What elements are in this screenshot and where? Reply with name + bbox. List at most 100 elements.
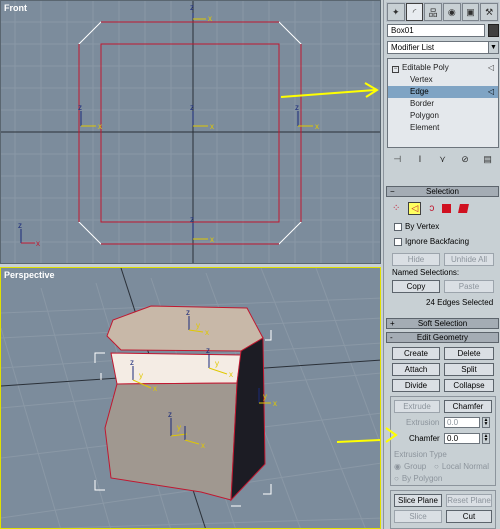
- extrude-button[interactable]: Extrude: [394, 400, 440, 413]
- extrusion-spinner[interactable]: ▲ ▼: [482, 417, 490, 428]
- annotation-arrow-chamfer: [336, 439, 380, 443]
- create-tab[interactable]: ✦: [387, 3, 405, 21]
- copy-button[interactable]: Copy: [392, 280, 440, 293]
- stack-item-label: Vertex: [410, 75, 433, 84]
- persp-gizmo-y-top: y: [196, 321, 200, 330]
- motion-tab[interactable]: ◉: [443, 3, 461, 21]
- ignore-backfacing-checkbox[interactable]: Ignore Backfacing: [394, 237, 469, 246]
- stack-toolbar: ⊣ Ⅰ ⋎ ⊘ ▤: [386, 152, 499, 166]
- chamfered-box[interactable]: [94, 305, 272, 507]
- stack-item-element[interactable]: Element: [388, 122, 498, 134]
- hide-button[interactable]: Hide: [392, 253, 440, 266]
- create-button[interactable]: Create: [392, 347, 440, 360]
- front-viewport[interactable]: Front z x z x z x z x z x z x: [0, 0, 381, 264]
- gizmo-z-bottom: z: [190, 215, 194, 224]
- by-vertex-checkbox[interactable]: By Vertex: [394, 222, 439, 231]
- group-radio[interactable]: ◉ Group: [394, 462, 426, 471]
- stack-root-label: Editable Poly: [402, 63, 449, 72]
- stack-item-polygon[interactable]: Polygon: [388, 110, 498, 122]
- perspective-viewport-label[interactable]: Perspective: [4, 270, 55, 280]
- stack-item-border[interactable]: Border: [388, 98, 498, 110]
- element-mode-icon[interactable]: [458, 204, 470, 213]
- extrusion-label: Extrusion: [406, 418, 440, 427]
- persp-gizmo-y-mid: y: [215, 359, 219, 368]
- hierarchy-tab[interactable]: 品: [424, 3, 443, 21]
- create-icon: ✦: [392, 6, 400, 17]
- polygon-mode-icon[interactable]: [442, 204, 452, 213]
- modifier-stack[interactable]: − Editable Poly ◁ Vertex Edge ◁ Border Pol…: [387, 58, 499, 148]
- stack-item-label: Polygon: [410, 111, 439, 120]
- modify-tab[interactable]: ◜: [405, 3, 424, 21]
- stack-item-vertex[interactable]: Vertex: [388, 74, 498, 86]
- paste-button[interactable]: Paste: [444, 280, 494, 293]
- collapse-sign: −: [390, 187, 395, 196]
- persp-gizmo-y-left: y: [139, 371, 143, 380]
- radio-label: Group: [403, 462, 427, 471]
- selection-rollout-header[interactable]: − Selection: [386, 186, 499, 197]
- remove-modifier-icon[interactable]: ⊘: [459, 153, 471, 165]
- slice-button[interactable]: Slice: [394, 510, 442, 523]
- chamfer-spinner[interactable]: ▲ ▼: [482, 433, 490, 444]
- configure-sets-icon[interactable]: ▤: [482, 153, 494, 165]
- gizmo-z-top: z: [190, 3, 194, 12]
- radio-icon: ○: [434, 462, 439, 471]
- vertex-mode-icon[interactable]: ⁘: [392, 203, 400, 214]
- local-normal-radio[interactable]: ○ Local Normal: [434, 462, 489, 471]
- chamfer-button[interactable]: Chamfer: [444, 400, 492, 413]
- modify-icon: ◜: [412, 6, 417, 17]
- gizmo-x-bottom: x: [210, 235, 214, 244]
- collapse-sign: -: [390, 333, 393, 342]
- command-panel: ✦ ◜ 品 ◉ ▣ ⚒ Box01 Modifier List ▼ − Edita…: [383, 0, 500, 529]
- persp-gizmo-z-left: z: [130, 358, 134, 367]
- front-viewport-label[interactable]: Front: [4, 3, 27, 13]
- edit-geometry-rollout-header[interactable]: - Edit Geometry: [386, 332, 499, 343]
- modifier-list-dropdown[interactable]: Modifier List ▼: [387, 41, 499, 54]
- perspective-viewport[interactable]: Perspective z y x z y x z y x z y x y x: [0, 267, 381, 529]
- show-end-result-icon[interactable]: Ⅰ: [414, 153, 426, 165]
- box-outline[interactable]: [78, 21, 302, 245]
- persp-gizmo-x-top: x: [205, 328, 209, 337]
- world-axis-x: x: [36, 239, 40, 248]
- extrusion-field[interactable]: 0.0: [444, 417, 480, 428]
- persp-gizmo-z-mid: z: [206, 346, 210, 355]
- gizmo-z-left: z: [78, 103, 82, 112]
- border-mode-icon[interactable]: ↄ: [429, 203, 434, 214]
- utilities-tab[interactable]: ⚒: [480, 3, 499, 21]
- chamfer-field[interactable]: 0.0: [444, 433, 480, 444]
- split-button[interactable]: Split: [444, 363, 494, 376]
- edge-mode-icon[interactable]: ◁: [408, 202, 422, 215]
- motion-icon: ◉: [447, 6, 456, 17]
- object-name-field[interactable]: Box01: [387, 24, 485, 37]
- selection-status: 24 Edges Selected: [426, 298, 494, 307]
- cut-button[interactable]: Cut: [446, 510, 492, 523]
- pin-stack-icon[interactable]: ⊣: [391, 153, 403, 165]
- divide-button[interactable]: Divide: [392, 379, 440, 392]
- selected-edges[interactable]: [78, 21, 302, 245]
- slice-plane-button[interactable]: Slice Plane: [394, 494, 442, 507]
- attach-button[interactable]: Attach: [392, 363, 440, 376]
- gizmo-x-left: x: [98, 122, 102, 131]
- delete-button[interactable]: Delete: [444, 347, 494, 360]
- radio-label: Local Normal: [441, 462, 489, 471]
- reset-plane-button[interactable]: Reset Plane: [446, 494, 492, 507]
- utilities-icon: ⚒: [485, 6, 494, 17]
- collapse-button[interactable]: Collapse: [444, 379, 494, 392]
- persp-gizmo-x-left: x: [153, 384, 157, 393]
- subobject-icons: ⁘ ◁ ↄ: [392, 202, 470, 215]
- soft-selection-rollout-header[interactable]: + Soft Selection: [386, 318, 499, 329]
- make-unique-icon[interactable]: ⋎: [436, 153, 448, 165]
- stack-item-label: Border: [410, 99, 435, 108]
- front-viewport-canvas[interactable]: z x z x z x z x z x z x: [1, 1, 381, 264]
- by-polygon-radio[interactable]: ○ By Polygon: [394, 474, 442, 483]
- collapse-icon: −: [392, 66, 399, 73]
- radio-label: By Polygon: [401, 474, 443, 483]
- stack-item-edge[interactable]: Edge ◁: [388, 86, 498, 98]
- display-tab[interactable]: ▣: [461, 3, 480, 21]
- perspective-viewport-canvas[interactable]: z y x z y x z y x z y x y x: [1, 268, 381, 529]
- extrusion-type-label: Extrusion Type: [394, 450, 447, 459]
- annotation-arrowhead: [385, 427, 398, 443]
- object-color-swatch[interactable]: [488, 24, 499, 37]
- unhide-all-button[interactable]: Unhide All: [444, 253, 494, 266]
- display-icon: ▣: [466, 6, 475, 17]
- stack-root-editable-poly[interactable]: − Editable Poly ◁: [388, 62, 498, 74]
